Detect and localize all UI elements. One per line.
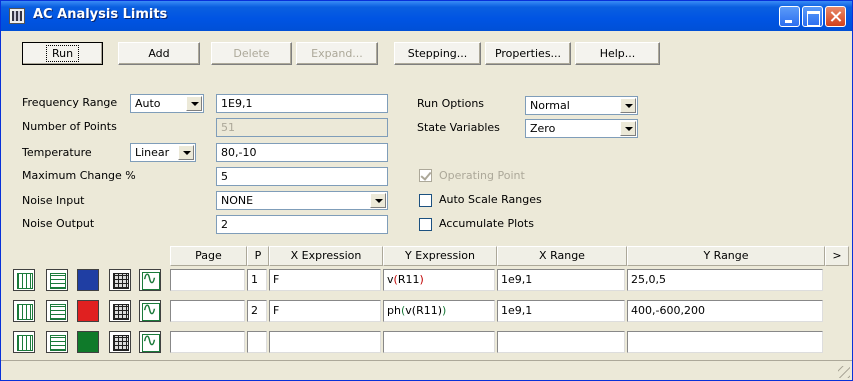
y-expr-arg: R11 — [397, 273, 420, 286]
y-expr-paren: ) — [419, 273, 424, 286]
operating-point-label: Operating Point — [439, 169, 525, 182]
ac-analysis-limits-window: AC Analysis Limits Run Add Delete Expand… — [0, 0, 853, 381]
add-button[interactable]: Add — [118, 42, 200, 65]
y-expr-arg: v(R11) — [405, 304, 442, 317]
maximize-icon[interactable] — [802, 6, 823, 27]
run-options-select[interactable]: Normal — [525, 96, 638, 115]
maximum-change-label: Maximum Change % — [22, 169, 136, 182]
row1-page-cell[interactable] — [170, 269, 245, 291]
row3-page-cell[interactable] — [170, 331, 245, 353]
row2-p-cell[interactable]: 2 — [247, 300, 267, 322]
expand-button[interactable]: Expand... — [296, 42, 378, 65]
chevron-down-icon[interactable] — [178, 145, 194, 160]
delete-button[interactable]: Delete — [211, 42, 292, 65]
run-options-label: Run Options — [417, 97, 485, 110]
row3-x-expression-cell[interactable] — [269, 331, 381, 353]
column-header-page[interactable]: Page — [170, 246, 247, 266]
run-options-value: Normal — [530, 99, 570, 112]
noise-input-select[interactable]: NONE — [216, 191, 388, 210]
window-title: AC Analysis Limits — [33, 7, 168, 22]
row3-x-range-cell[interactable] — [497, 331, 625, 353]
chevron-down-icon[interactable] — [620, 98, 636, 113]
auto-scale-ranges-checkbox[interactable] — [419, 194, 432, 207]
row1-y-expression-cell[interactable]: v(R11) — [383, 269, 495, 291]
run-button[interactable]: Run — [22, 42, 103, 65]
minimize-icon[interactable] — [779, 6, 800, 27]
run-button-label: Run — [45, 45, 80, 62]
title-bar[interactable]: AC Analysis Limits — [1, 1, 852, 31]
temperature-mode-value: Linear — [135, 146, 170, 159]
row1-p-cell[interactable]: 1 — [247, 269, 267, 291]
table-columns-icon[interactable] — [13, 331, 35, 353]
noise-input-label: Noise Input — [22, 194, 85, 207]
grid-icon[interactable] — [109, 331, 131, 353]
column-header-x-range[interactable]: X Range — [497, 246, 627, 266]
grid-icon[interactable] — [109, 300, 131, 322]
waveform-icon[interactable] — [139, 330, 161, 353]
row2-y-expression-cell[interactable]: ph(v(R11)) — [383, 300, 495, 322]
row1-x-expression-cell[interactable]: F — [269, 269, 381, 291]
noise-output-label: Noise Output — [22, 217, 95, 230]
state-variables-label: State Variables — [417, 121, 500, 134]
column-header-x-expression[interactable]: X Expression — [269, 246, 383, 266]
number-of-points-label: Number of Points — [22, 120, 117, 133]
temperature-field[interactable]: 80,-10 — [216, 143, 388, 162]
row2-x-range-cell[interactable]: 1e9,1 — [497, 300, 625, 322]
row2-page-cell[interactable] — [170, 300, 245, 322]
accumulate-plots-checkbox[interactable] — [419, 218, 432, 231]
color-swatch-icon[interactable] — [77, 331, 99, 353]
resize-grip-icon[interactable] — [838, 366, 850, 378]
waveform-icon[interactable] — [139, 299, 161, 322]
chevron-down-icon[interactable] — [620, 121, 636, 136]
noise-input-value: NONE — [221, 194, 254, 207]
status-bar — [1, 360, 852, 380]
color-swatch-icon[interactable] — [77, 269, 99, 291]
color-swatch-icon[interactable] — [77, 300, 99, 322]
auto-scale-ranges-label: Auto Scale Ranges — [439, 193, 542, 206]
state-variables-value: Zero — [530, 122, 556, 135]
column-header-y-range[interactable]: Y Range — [627, 246, 825, 266]
column-header-p[interactable]: P — [247, 246, 269, 266]
stepping-button[interactable]: Stepping... — [394, 42, 481, 65]
frequency-range-label: Frequency Range — [22, 96, 118, 109]
frequency-range-mode-select[interactable]: Auto — [130, 94, 204, 113]
row2-y-range-cell[interactable]: 400,-600,200 — [627, 300, 823, 322]
grid-icon[interactable] — [109, 269, 131, 291]
frequency-range-field[interactable]: 1E9,1 — [216, 94, 388, 113]
row3-y-range-cell[interactable] — [627, 331, 823, 353]
noise-output-field[interactable]: 2 — [216, 215, 388, 234]
row3-y-expression-cell[interactable] — [383, 331, 495, 353]
table-rows-icon[interactable] — [46, 331, 68, 353]
properties-button[interactable]: Properties... — [485, 42, 571, 65]
y-expr-fn: ph — [387, 304, 401, 317]
table-rows-icon[interactable] — [46, 300, 68, 322]
y-expr-paren: ) — [442, 304, 447, 317]
row1-y-range-cell[interactable]: 25,0,5 — [627, 269, 823, 291]
table-columns-icon[interactable] — [13, 269, 35, 291]
state-variables-select[interactable]: Zero — [525, 119, 638, 138]
maximum-change-field[interactable]: 5 — [216, 167, 388, 186]
row2-x-expression-cell[interactable]: F — [269, 300, 381, 322]
temperature-label: Temperature — [22, 146, 92, 159]
operating-point-checkbox[interactable] — [419, 169, 432, 182]
row1-x-range-cell[interactable]: 1e9,1 — [497, 269, 625, 291]
frequency-range-mode-value: Auto — [135, 97, 161, 110]
row3-p-cell[interactable] — [247, 331, 267, 353]
number-of-points-field[interactable]: 51 — [216, 118, 388, 137]
chevron-down-icon[interactable] — [186, 96, 202, 111]
close-icon[interactable] — [825, 6, 846, 27]
waveform-icon[interactable] — [139, 268, 161, 291]
table-columns-icon[interactable] — [13, 300, 35, 322]
table-rows-icon[interactable] — [46, 269, 68, 291]
column-header-y-expression[interactable]: Y Expression — [383, 246, 497, 266]
expand-columns-button[interactable]: > — [825, 246, 849, 266]
chevron-down-icon[interactable] — [370, 193, 386, 208]
app-icon — [9, 8, 25, 24]
temperature-mode-select[interactable]: Linear — [130, 143, 196, 162]
accumulate-plots-label: Accumulate Plots — [439, 217, 534, 230]
help-button[interactable]: Help... — [575, 42, 660, 65]
